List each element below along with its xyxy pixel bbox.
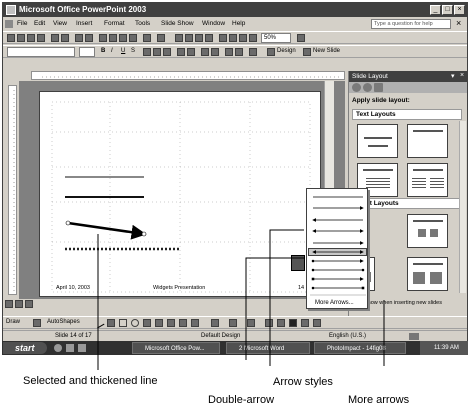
callout-more-arrows: More arrows	[348, 394, 410, 406]
callout-line-double-arrow	[245, 257, 304, 360]
callout-selected-line: Selected and thickened line	[23, 375, 158, 387]
callout-line-arrow-styles	[269, 229, 304, 366]
callout-double-arrow: Double-arrow	[208, 394, 275, 406]
callout-lines	[97, 229, 385, 370]
callout-arrow-styles: Arrow styles	[273, 376, 333, 388]
